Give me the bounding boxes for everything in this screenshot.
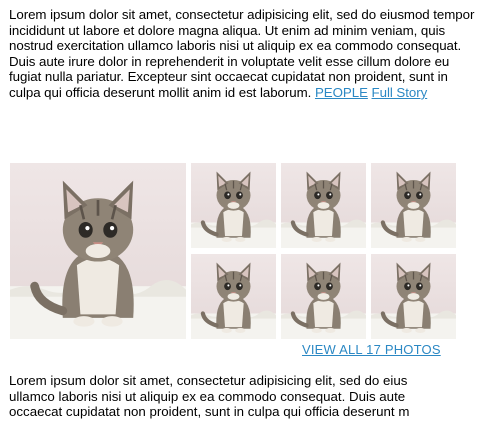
thumbnail-photo[interactable] [191,254,276,339]
main-photo[interactable] [10,163,186,339]
full-story-link[interactable]: Full Story [372,85,428,100]
thumbnail-photo[interactable] [191,163,276,248]
article-paragraph: Lorem ipsum dolor sit amet, consectetur … [9,7,477,101]
article-paragraph-2: Lorem ipsum dolor sit amet, consectetur … [9,373,485,432]
thumbnail-photo[interactable] [371,163,456,248]
people-link[interactable]: PEOPLE [315,85,368,100]
paragraph-line: Lorem ipsum dolor sit amet, consectetur … [9,373,408,388]
thumbnail-photo[interactable] [281,254,366,339]
photo-gallery [10,163,466,339]
paragraph-line: ullamco laboris nisi ut aliquip ex ea co… [9,388,406,404]
thumbnail-photo[interactable] [281,163,366,248]
view-all-photos-link[interactable]: VIEW ALL 17 PHOTOS [302,342,441,357]
paragraph-line: occaecat cupidatat non proident, sunt in… [9,404,410,420]
thumbnail-photo[interactable] [371,254,456,339]
